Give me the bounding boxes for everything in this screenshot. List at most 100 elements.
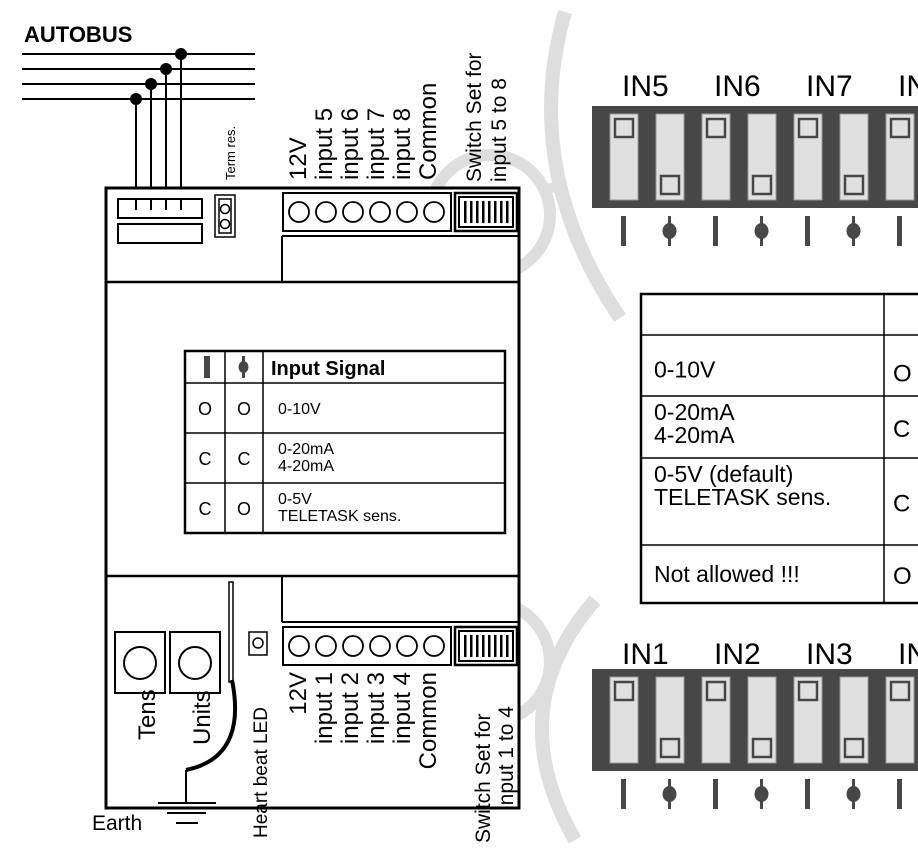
switch-lever xyxy=(500,201,503,223)
side-cell-signal: 0-10V xyxy=(654,357,716,383)
switch-lever xyxy=(464,201,467,223)
bus-connector-2 xyxy=(117,223,203,244)
units-rotary-switch[interactable] xyxy=(169,631,221,694)
dip-slider[interactable] xyxy=(655,676,685,764)
bottom-switch-set[interactable] xyxy=(453,625,519,667)
tens-rotary-switch[interactable] xyxy=(114,631,166,694)
inner-cell-signal: 0-10V xyxy=(278,401,321,418)
terminal-screw[interactable] xyxy=(342,201,364,223)
term-res-jumper[interactable] xyxy=(214,194,236,238)
open-switch-icon xyxy=(713,779,718,809)
terminal-screw[interactable] xyxy=(423,201,445,223)
inner-cell-closed: C xyxy=(238,449,251,469)
side-cell-state: O xyxy=(893,563,912,590)
closed-switch-icon xyxy=(662,779,677,809)
switch-lever xyxy=(488,635,491,657)
dip-slider[interactable] xyxy=(701,113,731,201)
top-switch-set[interactable] xyxy=(453,191,519,233)
top-switch-label-1: Switch Set for xyxy=(463,52,486,182)
top-dip-switch: IN5 IN6 IN7 IN8 xyxy=(592,70,918,246)
closed-switch-icon xyxy=(754,779,769,809)
bottom-terminal-block xyxy=(282,626,452,666)
terminal-screw[interactable] xyxy=(288,635,310,657)
switch-lever xyxy=(488,201,491,223)
open-switch-icon xyxy=(897,216,902,246)
terminal-label: 12V xyxy=(285,672,312,715)
closed-switch-icon xyxy=(754,216,769,246)
terminal-label: input 8 xyxy=(389,108,416,180)
terminal-screw[interactable] xyxy=(315,201,337,223)
open-switch-icon xyxy=(805,216,810,246)
closed-switch-icon xyxy=(846,216,861,246)
dip-slider[interactable] xyxy=(655,113,685,201)
dip-label: IN6 xyxy=(714,70,761,103)
top-switch-label-2: input 5 to 8 xyxy=(488,78,511,182)
open-switch-icon xyxy=(621,216,626,246)
dip-label: IN2 xyxy=(714,638,761,671)
dip-knob xyxy=(659,174,681,196)
earth-label: Earth xyxy=(92,812,142,835)
term-res-label: Term res. xyxy=(223,126,238,180)
terminal-label: input 3 xyxy=(363,672,390,744)
switch-lever xyxy=(464,635,467,657)
terminal-screw[interactable] xyxy=(315,635,337,657)
bottom-switch-label-2: input 1 to 4 xyxy=(495,706,518,810)
terminal-label: input 7 xyxy=(363,108,390,180)
terminal-screw[interactable] xyxy=(369,635,391,657)
side-cell-state: C xyxy=(893,491,910,518)
open-switch-icon xyxy=(897,779,902,809)
dip-label: IN8 xyxy=(898,70,918,103)
terminal-label: input 2 xyxy=(337,672,364,744)
open-switch-icon xyxy=(204,356,210,378)
open-switch-icon xyxy=(805,779,810,809)
dip-slider[interactable] xyxy=(885,676,915,764)
switch-lever xyxy=(494,635,497,657)
switch-lever xyxy=(494,201,497,223)
side-config-table: O0-10VC0-20mA4-20mAC0-5V (default)TELETA… xyxy=(639,292,918,605)
switch-lever xyxy=(482,201,485,223)
inner-cell-open: C xyxy=(199,449,212,469)
side-cell-signal: TELETASK sens. xyxy=(654,484,831,510)
dip-slider[interactable] xyxy=(839,113,869,201)
bus-lines xyxy=(22,48,255,210)
bus-connector-1 xyxy=(117,198,203,219)
dip-knob xyxy=(613,680,635,702)
inner-cell-signal: 0-5V xyxy=(278,491,312,508)
bottom-switch-label-1: Switch Set for xyxy=(472,713,495,843)
inner-cell-signal: 4-20mA xyxy=(278,458,334,475)
inner-config-table: Input Signal O O 0-10V C C 0-20mA4-20mA C O 0-5V… xyxy=(183,349,507,535)
dip-slider[interactable] xyxy=(839,676,869,764)
dip-slider[interactable] xyxy=(747,113,777,201)
terminal-screw[interactable] xyxy=(288,201,310,223)
switch-lever xyxy=(500,635,503,657)
terminal-label: input 5 xyxy=(311,108,338,180)
wiring-diagram: AUTOBUS Term res. 12V input 5 input 6 in… xyxy=(22,10,918,844)
terminal-screw[interactable] xyxy=(342,635,364,657)
terminal-screw[interactable] xyxy=(423,635,445,657)
dip-slider[interactable] xyxy=(609,113,639,201)
dip-label: IN5 xyxy=(622,70,669,103)
side-cell-state: O xyxy=(893,361,912,388)
dip-slider[interactable] xyxy=(701,676,731,764)
terminal-label: 12V xyxy=(285,137,312,180)
dip-knob xyxy=(705,117,727,139)
dip-slider[interactable] xyxy=(793,676,823,764)
terminal-screw[interactable] xyxy=(369,201,391,223)
switch-lever xyxy=(506,201,509,223)
switch-lever xyxy=(506,635,509,657)
terminal-screw[interactable] xyxy=(396,635,418,657)
dip-slider[interactable] xyxy=(885,113,915,201)
dip-slider[interactable] xyxy=(609,676,639,764)
dip-knob xyxy=(797,117,819,139)
inner-cell-open: O xyxy=(198,399,212,419)
terminal-screw[interactable] xyxy=(396,201,418,223)
dip-knob xyxy=(659,737,681,759)
autobus-title: AUTOBUS xyxy=(24,22,132,47)
dip-slider[interactable] xyxy=(793,113,823,201)
dip-slider[interactable] xyxy=(747,676,777,764)
units-label: Units xyxy=(189,690,216,745)
terminal-label: input 6 xyxy=(337,108,364,180)
top-terminal-block xyxy=(282,192,452,232)
terminal-label: input 4 xyxy=(389,672,416,744)
open-switch-icon xyxy=(713,216,718,246)
